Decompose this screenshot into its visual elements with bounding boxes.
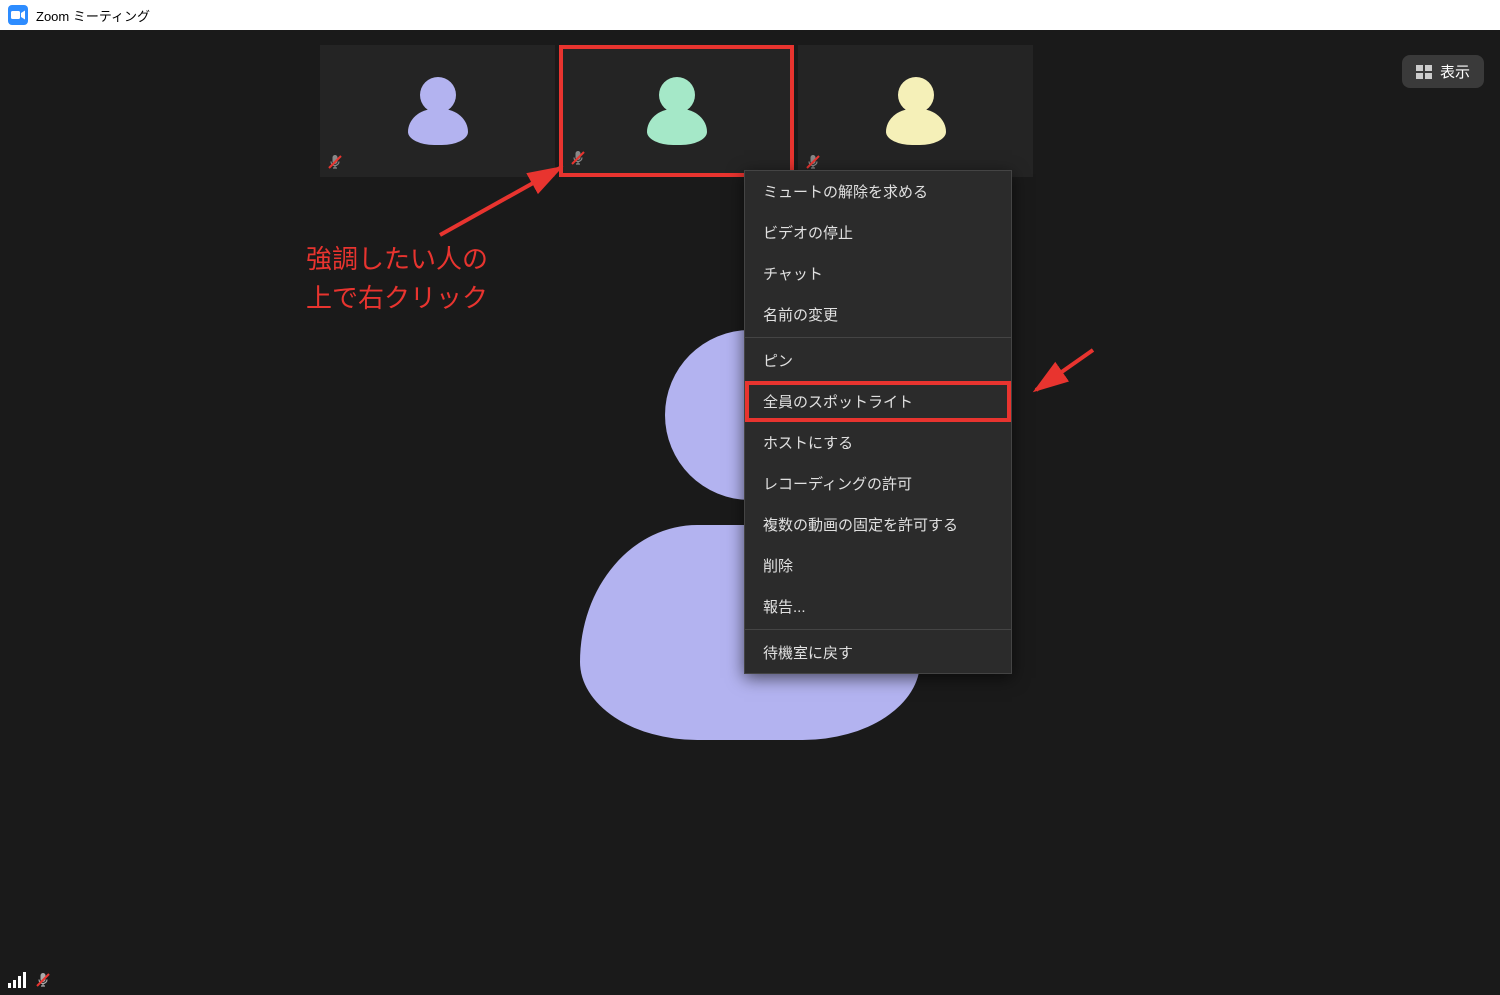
participant-gallery	[320, 45, 1033, 177]
menu-item-return-waiting-room[interactable]: 待機室に戻す	[745, 632, 1011, 673]
menu-item-rename[interactable]: 名前の変更	[745, 294, 1011, 335]
menu-item-report[interactable]: 報告...	[745, 586, 1011, 627]
avatar-icon	[886, 77, 946, 145]
annotation-line-2: 上で右クリック	[306, 283, 488, 313]
muted-mic-icon	[326, 153, 344, 171]
menu-item-chat[interactable]: チャット	[745, 253, 1011, 294]
zoom-app-icon	[8, 5, 28, 25]
signal-strength-icon	[8, 972, 26, 988]
grid-view-icon	[1416, 65, 1432, 79]
menu-item-remove[interactable]: 削除	[745, 545, 1011, 586]
menu-item-stop-video[interactable]: ビデオの停止	[745, 212, 1011, 253]
window-title: Zoom ミーティング	[36, 6, 150, 25]
menu-item-spotlight-everyone[interactable]: 全員のスポットライト	[745, 381, 1011, 422]
avatar-icon	[408, 77, 468, 145]
window-titlebar: Zoom ミーティング	[0, 0, 1500, 30]
menu-item-make-host[interactable]: ホストにする	[745, 422, 1011, 463]
menu-item-allow-multipin[interactable]: 複数の動画の固定を許可する	[745, 504, 1011, 545]
menu-item-pin[interactable]: ピン	[745, 340, 1011, 381]
annotation-instruction: 強調したい人の 上で右クリック	[306, 240, 488, 318]
muted-mic-icon	[569, 149, 587, 167]
participant-tile-1[interactable]	[320, 45, 555, 177]
menu-divider	[745, 337, 1011, 338]
muted-mic-icon[interactable]	[34, 971, 52, 989]
menu-item-allow-recording[interactable]: レコーディングの許可	[745, 463, 1011, 504]
avatar-icon	[647, 77, 707, 145]
menu-divider	[745, 629, 1011, 630]
muted-mic-icon	[804, 153, 822, 171]
view-button-label: 表示	[1440, 61, 1470, 82]
participant-tile-2[interactable]	[559, 45, 794, 177]
participant-context-menu: ミュートの解除を求める ビデオの停止 チャット 名前の変更 ピン 全員のスポット…	[744, 170, 1012, 674]
bottom-status-icons	[8, 971, 52, 989]
participant-tile-3[interactable]	[798, 45, 1033, 177]
view-mode-button[interactable]: 表示	[1402, 55, 1484, 88]
menu-item-request-unmute[interactable]: ミュートの解除を求める	[745, 171, 1011, 212]
annotation-line-1: 強調したい人の	[306, 244, 488, 274]
